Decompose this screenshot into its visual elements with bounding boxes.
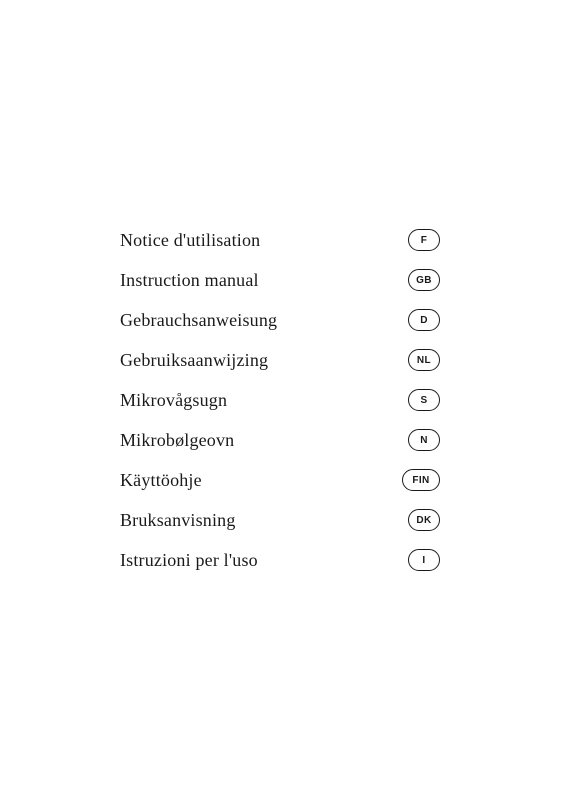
manual-label: Notice d'utilisation [120,230,260,251]
manual-item: Istruzioni per l'uso I [120,540,440,580]
manual-item: Instruction manual GB [120,260,440,300]
manual-item: Gebrauchsanweisung D [120,300,440,340]
manual-label: Mikrobølgeovn [120,430,234,451]
lang-badge: N [408,429,440,451]
lang-badge: GB [408,269,440,291]
lang-badge: FIN [402,469,440,491]
lang-badge: D [408,309,440,331]
manual-item: Gebruiksaanwijzing NL [120,340,440,380]
manual-item: Bruksanvisning DK [120,500,440,540]
manual-label: Bruksanvisning [120,510,236,531]
lang-badge: NL [408,349,440,371]
manual-list: Notice d'utilisation F Instruction manual G… [120,220,440,580]
lang-badge: S [408,389,440,411]
manual-item: Mikrobølgeovn N [120,420,440,460]
manual-item: Käyttöohje FIN [120,460,440,500]
lang-badge: F [408,229,440,251]
manual-label: Gebruiksaanwijzing [120,350,268,371]
manual-label: Istruzioni per l'uso [120,550,258,571]
manual-label: Gebrauchsanweisung [120,310,277,331]
page: Notice d'utilisation F Instruction manual G… [0,0,565,800]
manual-item: Mikrovågsugn S [120,380,440,420]
manual-label: Instruction manual [120,270,259,291]
manual-item: Notice d'utilisation F [120,220,440,260]
manual-label: Mikrovågsugn [120,390,227,411]
manual-label: Käyttöohje [120,470,202,491]
lang-badge: DK [408,509,440,531]
lang-badge: I [408,549,440,571]
